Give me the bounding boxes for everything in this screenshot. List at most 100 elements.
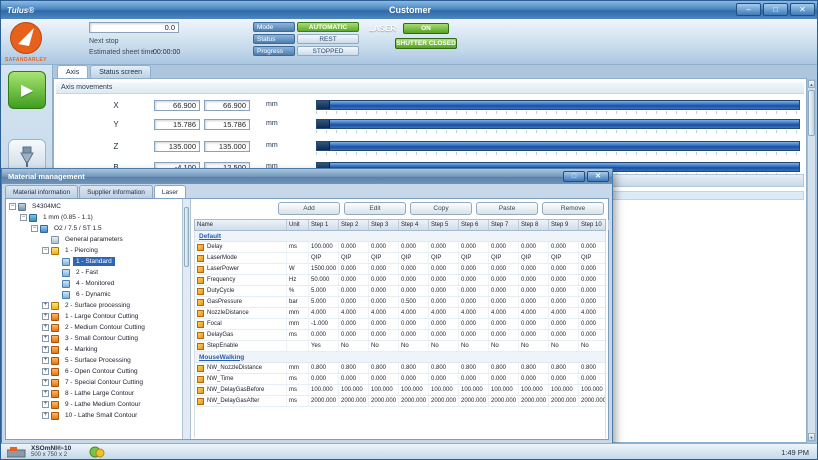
table-row[interactable]: DelayGasms0.0000.0000.0000.0000.0000.000… (195, 330, 605, 341)
dialog-tab-supplier-information[interactable]: Supplier information (79, 185, 153, 198)
tab-status-screen[interactable]: Status screen (90, 65, 151, 78)
step-value-cell: 0.800 (519, 363, 549, 373)
step-value-cell: 0.000 (369, 286, 399, 296)
contour-icon (51, 313, 59, 321)
table-row[interactable]: NW_NozzleDistancemm0.8000.8000.8000.8000… (195, 363, 605, 374)
table-row[interactable]: StepEnableYesNoNoNoNoNoNoNoNoNo (195, 341, 605, 352)
window-controls: – □ ✕ (736, 3, 815, 16)
table-row[interactable]: DutyCycle%5.0000.0000.0000.0000.0000.000… (195, 286, 605, 297)
tree-item[interactable]: General parameters (6, 234, 182, 245)
connection-status-icon[interactable] (89, 446, 105, 458)
axis-actual-field[interactable]: 66.900 (204, 100, 250, 111)
tree-item[interactable]: +10 - Lathe Small Contour (6, 410, 182, 421)
dialog-tab-laser[interactable]: Laser (154, 185, 186, 198)
unit-cell: ms (287, 396, 309, 406)
collapse-icon[interactable]: − (20, 214, 27, 221)
edit-button[interactable]: Edit (344, 202, 406, 215)
step-value-cell: 0.000 (489, 264, 519, 274)
collapse-icon[interactable]: − (42, 247, 49, 254)
step-value-cell: 0.000 (519, 242, 549, 252)
expand-icon[interactable]: + (42, 302, 49, 309)
tree-item[interactable]: −S4304MC (6, 201, 182, 212)
tree-item[interactable]: +2 - Surface processing (6, 300, 182, 311)
scrollbar-thumb[interactable] (808, 90, 815, 136)
step-value-cell: 0.000 (549, 374, 579, 384)
step-value-cell: 2000.000 (459, 396, 489, 406)
tree-item[interactable]: +6 - Open Contour Cutting (6, 366, 182, 377)
minimize-icon[interactable]: – (736, 3, 761, 16)
paste-button[interactable]: Paste (476, 202, 538, 215)
tree-scrollbar[interactable] (182, 199, 191, 439)
axis-target-field[interactable]: 135.000 (154, 141, 200, 152)
step-value-cell: Yes (309, 341, 339, 351)
tree-item[interactable]: +2 - Medium Contour Cutting (6, 322, 182, 333)
tab-axis[interactable]: Axis (57, 65, 88, 78)
tree-item[interactable]: +9 - Lathe Medium Contour (6, 399, 182, 410)
collapse-icon[interactable]: − (31, 225, 38, 232)
expand-icon[interactable]: + (42, 379, 49, 386)
dialog-restore-icon[interactable]: □ (563, 171, 585, 182)
tree-item[interactable]: −1 mm (0.85 - 1.1) (6, 212, 182, 223)
expand-icon[interactable]: + (42, 313, 49, 320)
expand-icon[interactable]: + (42, 390, 49, 397)
axis-actual-field[interactable]: 15.786 (204, 119, 250, 130)
contour-icon (51, 368, 59, 376)
window-title: Customer (1, 5, 818, 15)
vertical-scrollbar[interactable]: ▲ ▼ (807, 79, 816, 442)
expand-icon[interactable]: + (42, 368, 49, 375)
step-value-cell: 0.800 (399, 363, 429, 373)
table-row[interactable]: LaserModeQIPQIPQIPQIPQIPQIPQIPQIPQIPQIP (195, 253, 605, 264)
add-button[interactable]: Add (278, 202, 340, 215)
table-row[interactable]: FrequencyHz50.0000.0000.0000.0000.0000.0… (195, 275, 605, 286)
tree-item[interactable]: 4 - Monitored (6, 278, 182, 289)
expand-icon[interactable]: + (42, 412, 49, 419)
table-row[interactable]: NW_Timems0.0000.0000.0000.0000.0000.0000… (195, 374, 605, 385)
unit-cell: mm (287, 308, 309, 318)
tree-item[interactable]: −O2 / 7.5 / ST 1.5 (6, 223, 182, 234)
tree-item[interactable]: 1 - Standard (6, 256, 182, 267)
step-value-cell: 0.000 (459, 319, 489, 329)
close-icon[interactable]: ✕ (790, 3, 815, 16)
expand-icon[interactable]: + (42, 346, 49, 353)
expand-icon[interactable]: + (42, 324, 49, 331)
table-row[interactable]: LaserPowerW1500.0000.0000.0000.0000.0000… (195, 264, 605, 275)
table-row[interactable]: GasPressurebar5.0000.0000.0000.5000.0000… (195, 297, 605, 308)
collapse-icon[interactable]: − (9, 203, 16, 210)
dialog-tab-material-information[interactable]: Material information (5, 185, 78, 198)
tree-item[interactable]: +4 - Marking (6, 344, 182, 355)
laser-on-button[interactable]: ON (403, 23, 449, 34)
expand-icon[interactable]: + (42, 335, 49, 342)
tree-item[interactable]: +1 - Large Contour Cutting (6, 311, 182, 322)
table-row[interactable]: NW_DelayGasBeforems100.000100.000100.000… (195, 385, 605, 396)
tree-item[interactable]: 2 - Fast (6, 267, 182, 278)
table-row[interactable]: Focalmm-1.0000.0000.0000.0000.0000.0000.… (195, 319, 605, 330)
start-button[interactable]: ▶ (8, 71, 46, 109)
dialog-close-icon[interactable]: ✕ (587, 171, 609, 182)
scroll-up-icon[interactable]: ▲ (808, 80, 815, 88)
expand-icon[interactable]: + (42, 401, 49, 408)
shutter-closed-button[interactable]: SHUTTER CLOSED (395, 38, 457, 49)
copy-button[interactable]: Copy (410, 202, 472, 215)
axis-target-field[interactable]: 66.900 (154, 100, 200, 111)
step-value-cell: 0.800 (549, 363, 579, 373)
table-row[interactable]: NozzleDistancemm4.0004.0004.0004.0004.00… (195, 308, 605, 319)
tree-item[interactable]: +7 - Special Contour Cutting (6, 377, 182, 388)
counter-field[interactable]: 0.0 (89, 22, 179, 33)
param-name-cell: DutyCycle (195, 286, 287, 296)
axis-target-field[interactable]: 15.786 (154, 119, 200, 130)
step-value-cell: 0.000 (399, 374, 429, 384)
tree-scrollbar-thumb[interactable] (184, 207, 189, 267)
remove-button[interactable]: Remove (542, 202, 604, 215)
tree-item[interactable]: −1 - Piercing (6, 245, 182, 256)
tree-item[interactable]: +3 - Small Contour Cutting (6, 333, 182, 344)
axis-actual-field[interactable]: 135.000 (204, 141, 250, 152)
tree-item[interactable]: 6 - Dynamic (6, 289, 182, 300)
restore-icon[interactable]: □ (763, 3, 788, 16)
expand-icon[interactable]: + (42, 357, 49, 364)
tree-item[interactable]: +5 - Surface Processing (6, 355, 182, 366)
tree-item[interactable]: +8 - Lathe Large Contour (6, 388, 182, 399)
table-row[interactable]: NW_DelayGasAfterms2000.0002000.0002000.0… (195, 396, 605, 407)
axis-name: X (106, 101, 126, 110)
table-row[interactable]: Delayms100.0000.0000.0000.0000.0000.0000… (195, 242, 605, 253)
scroll-down-icon[interactable]: ▼ (808, 433, 815, 441)
